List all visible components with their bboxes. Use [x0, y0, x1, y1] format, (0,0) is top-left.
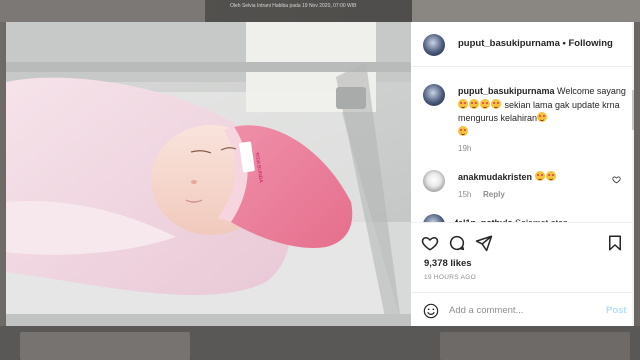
add-comment-input[interactable]: [449, 305, 589, 316]
heart-eyes-emoji: [458, 98, 468, 109]
background-thumbnail-left: [0, 0, 205, 22]
heart-eyes-emoji: [537, 112, 548, 122]
following-button[interactable]: Following: [568, 38, 612, 49]
heart-eyes-emoji: [480, 98, 490, 109]
post-comment-button[interactable]: Post: [606, 305, 627, 316]
post-header: puput_basukipurnama • Following: [411, 22, 634, 67]
commenter-avatar[interactable]: [423, 170, 445, 192]
comment-like-heart-icon[interactable]: [612, 175, 621, 184]
instagram-post: RSIA BUNDA puput_basukipurnama • Followi…: [6, 22, 634, 326]
share-icon[interactable]: [475, 234, 493, 252]
newborn-baby-illustration: RSIA BUNDA: [6, 22, 411, 326]
comment-line: anakmudakristen: [458, 171, 557, 182]
author-avatar[interactable]: [423, 34, 445, 56]
heart-eyes-emoji: [545, 171, 556, 181]
scrollbar-track[interactable]: [632, 22, 634, 326]
caption-username-link[interactable]: puput_basukipurnama: [458, 86, 555, 96]
comment-time: 15h: [458, 190, 472, 199]
post-photo[interactable]: RSIA BUNDA: [6, 22, 411, 326]
heart-eyes-emoji: [491, 98, 501, 109]
likes-count[interactable]: 9,378 likes: [424, 258, 472, 269]
smiley-icon[interactable]: [423, 303, 439, 319]
header-separator: •: [562, 38, 566, 49]
background-thumbnail-right: [412, 0, 640, 22]
background-caption: Oleh Selvia Intrani Habiba pada 19 Nov 2…: [230, 3, 357, 9]
background-thumbnail-bottom-right: [440, 332, 630, 360]
heart-eyes-emoji: [458, 125, 468, 136]
background-thumbnail-bottom-left: [20, 332, 190, 360]
caption-avatar[interactable]: [423, 84, 445, 106]
comment-icon[interactable]: [448, 234, 466, 252]
heart-eyes-emoji: [534, 171, 545, 181]
caption-text-1: Welcome sayang: [557, 86, 626, 96]
post-actions: 9,378 likes 19 HOURS AGO Post: [411, 222, 634, 326]
comment-reply-button[interactable]: Reply: [483, 190, 505, 199]
commenter-username-link[interactable]: anakmudakristen: [458, 172, 532, 182]
heart-icon[interactable]: [421, 234, 439, 252]
bookmark-icon[interactable]: [606, 234, 624, 252]
post-caption: puput_basukipurnama Welcome sayang sekia…: [458, 85, 628, 139]
add-comment-row: Post: [411, 292, 634, 326]
caption-time: 19h: [458, 144, 472, 153]
scrollbar-thumb[interactable]: [632, 90, 634, 130]
author-header: puput_basukipurnama • Following: [458, 38, 613, 49]
post-timestamp: 19 HOURS AGO: [424, 274, 477, 281]
author-username-link[interactable]: puput_basukipurnama: [458, 38, 560, 49]
post-side-panel: puput_basukipurnama • Following puput_ba…: [411, 22, 634, 326]
heart-eyes-emoji: [469, 98, 479, 109]
